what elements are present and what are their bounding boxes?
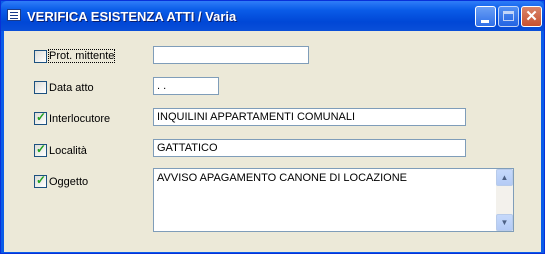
label-data-atto: Data atto	[49, 82, 94, 94]
form-area: Prot. mittente Data atto . . ✓ Interlocu…	[4, 31, 541, 252]
check-icon: ✓	[36, 142, 47, 156]
title-bar[interactable]: VERIFICA ESISTENZA ATTI / Varia ✕	[1, 1, 544, 31]
minimize-icon	[481, 20, 489, 23]
dialog-window: VERIFICA ESISTENZA ATTI / Varia ✕ Prot. …	[0, 0, 545, 254]
checkbox-data-atto[interactable]	[34, 81, 47, 94]
vertical-scrollbar[interactable]: ▲ ▼	[496, 169, 513, 231]
check-icon: ✓	[36, 173, 47, 187]
scroll-down-icon[interactable]: ▼	[496, 214, 513, 231]
oggetto-text: AVVISO APAGAMENTO CANONE DI LOCAZIONE	[157, 172, 407, 184]
maximize-button[interactable]	[498, 6, 519, 27]
label-localita: Località	[49, 145, 87, 157]
checkbox-interlocutore[interactable]: ✓	[34, 110, 47, 125]
prot-mittente-input[interactable]	[153, 46, 309, 64]
localita-input[interactable]: GATTATICO	[153, 139, 466, 157]
checkbox-oggetto[interactable]: ✓	[34, 173, 47, 188]
close-button[interactable]: ✕	[521, 6, 542, 27]
label-oggetto: Oggetto	[49, 176, 89, 188]
check-icon: ✓	[36, 110, 47, 124]
close-icon: ✕	[525, 8, 538, 25]
label-prot-mittente: Prot. mittente	[47, 49, 116, 63]
oggetto-textarea[interactable]: AVVISO APAGAMENTO CANONE DI LOCAZIONE ▲ …	[153, 168, 514, 232]
minimize-button[interactable]	[475, 6, 496, 27]
label-interlocutore: Interlocutore	[49, 113, 111, 125]
scroll-up-icon[interactable]: ▲	[496, 169, 513, 186]
app-form-icon[interactable]	[7, 9, 21, 21]
checkbox-prot-mittente[interactable]	[34, 50, 47, 63]
interlocutore-input[interactable]: INQUILINI APPARTAMENTI COMUNALI	[153, 108, 466, 126]
checkbox-localita[interactable]: ✓	[34, 142, 47, 157]
data-atto-input[interactable]: . .	[153, 77, 219, 95]
maximize-icon	[503, 11, 514, 21]
window-title: VERIFICA ESISTENZA ATTI / Varia	[27, 9, 237, 24]
